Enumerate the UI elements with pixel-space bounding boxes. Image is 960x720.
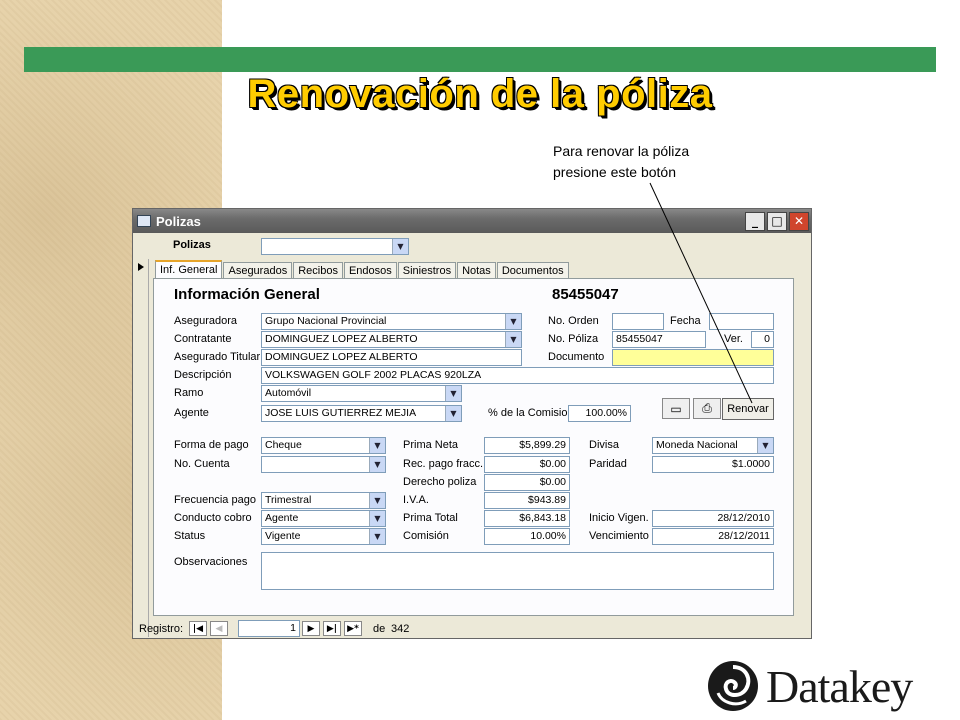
datakey-logo-mark (708, 661, 758, 711)
datakey-logo-text: Datakey (766, 660, 913, 712)
datakey-logo: Datakey (706, 656, 936, 716)
callout-pointer-line (649, 182, 753, 404)
